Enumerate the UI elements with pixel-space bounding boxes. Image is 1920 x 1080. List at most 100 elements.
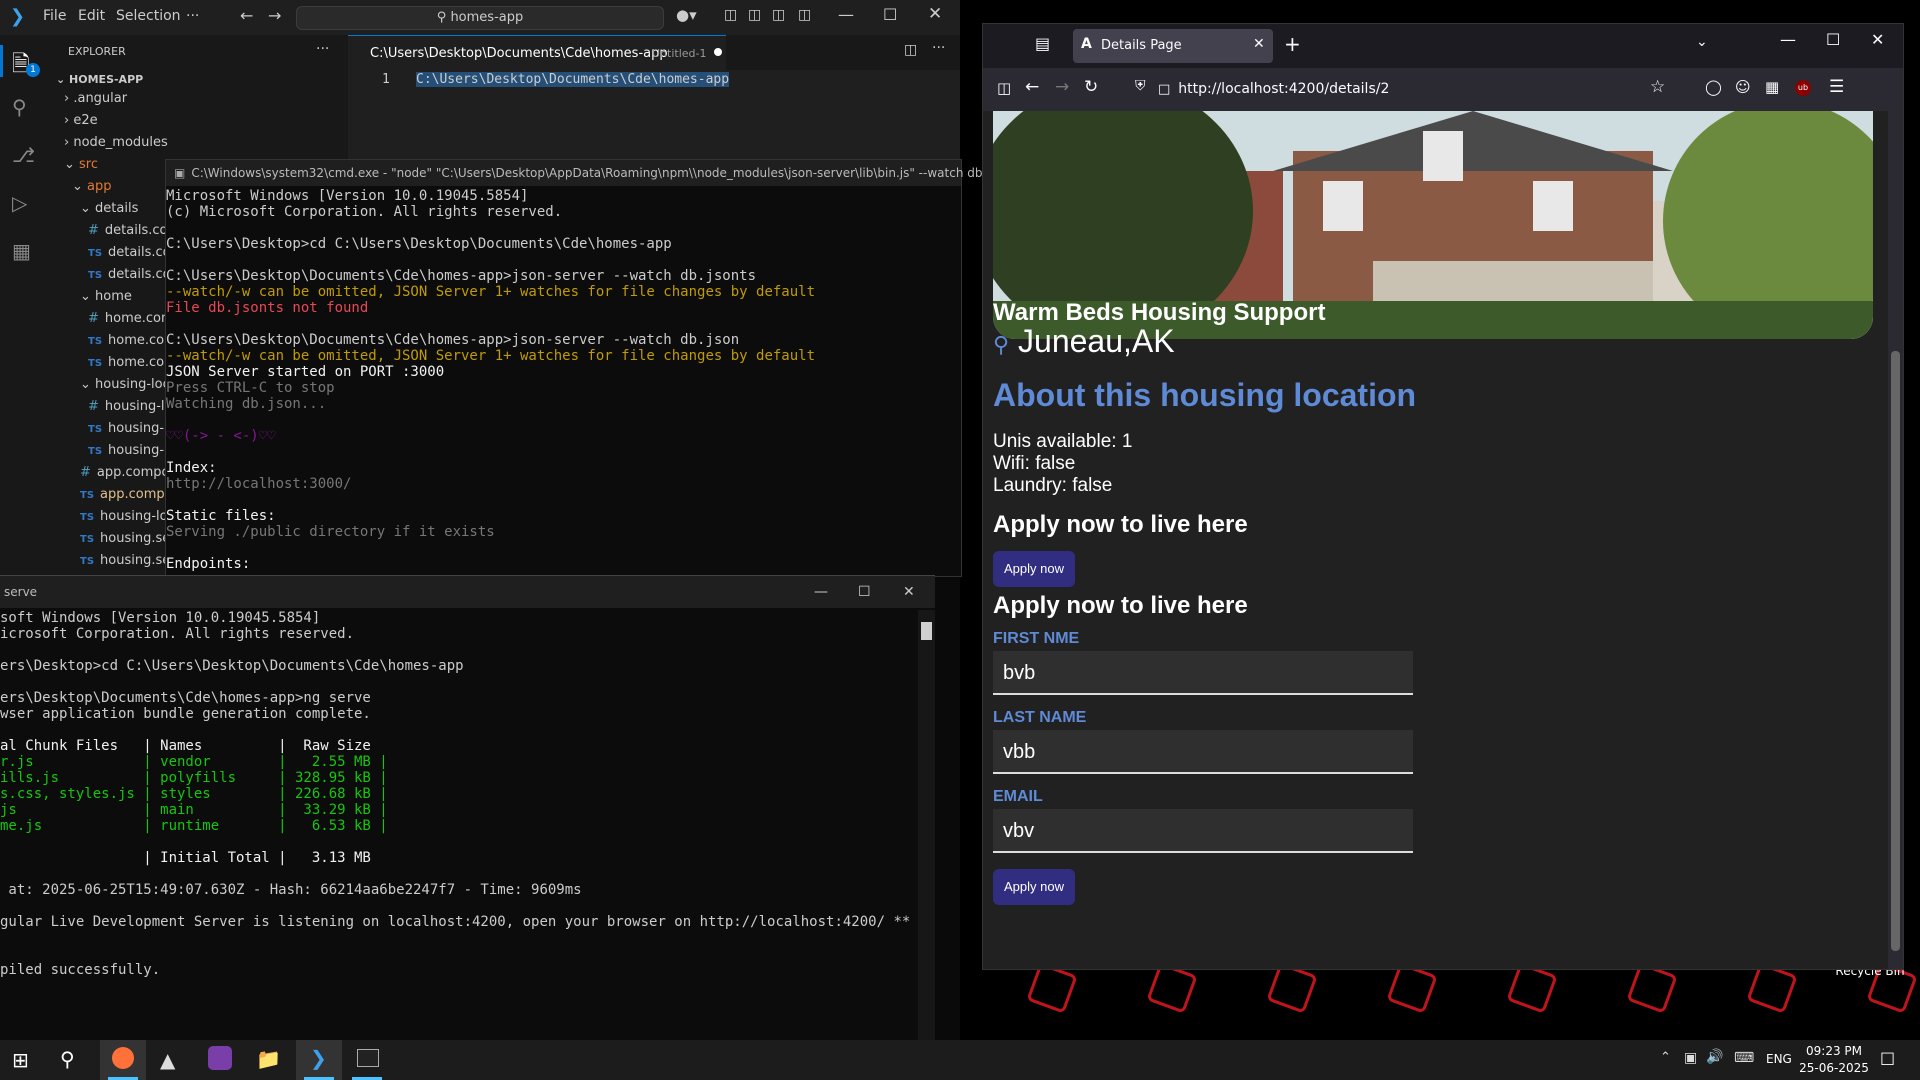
cmd1-titlebar[interactable]: ▣ C:\Windows\system32\cmd.exe - "node" "C…: [166, 160, 1011, 186]
tree-item[interactable]: TS housing-lc: [88, 421, 175, 436]
tab-overview-icon[interactable]: ▤: [1035, 34, 1050, 53]
split-editor-icon[interactable]: ◫: [904, 42, 917, 58]
language-indicator[interactable]: ENG: [1766, 1052, 1792, 1066]
run-debug-icon[interactable]: ▷: [12, 191, 27, 215]
ublock-icon[interactable]: ub: [1795, 80, 1811, 96]
tree-item[interactable]: › e2e: [64, 113, 98, 128]
vscode-taskbar-button[interactable]: ❯: [296, 1040, 342, 1080]
tree-item[interactable]: › .angular: [64, 91, 127, 106]
extensions-icon[interactable]: ▦: [12, 239, 31, 263]
tree-item[interactable]: TS housing.ser: [80, 553, 176, 568]
page-scroll-thumb[interactable]: [1891, 351, 1900, 951]
editor-line-text[interactable]: C:\Users\Desktop\Documents\Cde\homes-app: [416, 72, 730, 87]
new-tab-icon[interactable]: +: [1284, 32, 1301, 56]
secondary-sidebar-icon[interactable]: ◫: [798, 7, 811, 23]
tree-item[interactable]: TS details.cor: [88, 267, 176, 282]
cmd2-scrollbar[interactable]: [918, 610, 935, 1041]
apply-now-button-2[interactable]: Apply now: [993, 869, 1075, 905]
tree-item[interactable]: ⌄ housing-loc: [80, 377, 170, 392]
cmd-window-json-server[interactable]: ▣ C:\Windows\system32\cmd.exe - "node" "C…: [165, 159, 1011, 577]
unsaved-dot-icon[interactable]: [714, 48, 722, 56]
tab-details-page[interactable]: A Details Page ✕: [1073, 29, 1273, 63]
menu-icon[interactable]: ☰: [1829, 77, 1844, 97]
terminal-taskbar-button[interactable]: [344, 1040, 390, 1080]
first-name-input[interactable]: bvb: [993, 651, 1413, 695]
editor-tab[interactable]: C:\Users\Desktop\Documents\Cde\homes-app…: [348, 35, 726, 71]
tab-close-icon[interactable]: ✕: [1253, 36, 1265, 52]
minimize-icon[interactable]: —: [1780, 30, 1796, 49]
back-arrow-icon[interactable]: ←: [1025, 77, 1039, 97]
bookmark-star-icon[interactable]: ☆: [1650, 77, 1665, 97]
maximize-icon[interactable]: ☐: [883, 5, 897, 24]
list-tabs-icon[interactable]: ⌄: [1696, 34, 1708, 50]
url-bar[interactable]: □ http://localhost:4200/details/2: [1158, 74, 1648, 105]
back-arrow-icon[interactable]: ←: [240, 6, 253, 25]
tree-item[interactable]: # housing-lc: [88, 399, 172, 414]
last-name-input[interactable]: vbb: [993, 730, 1413, 774]
account-icon[interactable]: ☺: [1735, 78, 1751, 96]
firefox-taskbar-button[interactable]: [100, 1040, 146, 1080]
start-windows-icon[interactable]: ⊞: [12, 1048, 29, 1072]
tree-item[interactable]: # home.com: [88, 311, 174, 326]
menu-selection[interactable]: Selection: [116, 8, 181, 24]
keyboard-icon[interactable]: ⌨: [1734, 1050, 1754, 1066]
menu-file[interactable]: File: [43, 8, 66, 24]
tree-item[interactable]: # app.compo: [80, 465, 169, 480]
tree-item[interactable]: ⌄ src: [64, 157, 98, 172]
file-explorer-icon[interactable]: 📁: [256, 1047, 281, 1071]
page-scrollbar[interactable]: [1888, 111, 1903, 969]
shield-icon[interactable]: ⛨: [1135, 78, 1146, 94]
tree-item[interactable]: TS home.com: [88, 333, 177, 348]
reload-icon[interactable]: ↻: [1084, 77, 1098, 97]
command-center-search[interactable]: ⚲ homes-app: [296, 6, 664, 30]
tray-chevron-icon[interactable]: ⌃: [1660, 1050, 1671, 1065]
tree-item[interactable]: TS housing-loc: [80, 509, 175, 524]
explorer-more-button[interactable]: ···: [316, 41, 329, 57]
tree-item[interactable]: TS app.compo: [80, 487, 173, 502]
menu-edit[interactable]: Edit: [78, 8, 105, 24]
tree-item[interactable]: ⌄ app: [72, 179, 112, 194]
clock-date[interactable]: 25-06-2025: [1799, 1061, 1869, 1075]
minimize-icon[interactable]: —: [814, 576, 828, 608]
clock-time[interactable]: 09:23 PM: [1804, 1044, 1864, 1058]
maximize-icon[interactable]: ☐: [1826, 30, 1840, 49]
minimize-icon[interactable]: —: [838, 5, 854, 24]
tree-item[interactable]: ⌄ home: [80, 289, 132, 304]
forward-arrow-icon[interactable]: →: [1055, 77, 1069, 97]
tree-item[interactable]: # details.cor: [88, 223, 173, 238]
extensions-icon[interactable]: ▦: [1765, 78, 1779, 96]
app-icon[interactable]: ▲: [160, 1048, 175, 1072]
close-icon[interactable]: ✕: [903, 576, 915, 608]
tree-item[interactable]: TS housing-lc: [88, 443, 175, 458]
notification-icon[interactable]: □: [1880, 1048, 1895, 1067]
cmd2-titlebar[interactable]: serve — ☐ ✕: [0, 576, 935, 608]
cmd2-scroll-thumb[interactable]: [921, 622, 932, 640]
copilot-icon[interactable]: ●▾: [676, 6, 697, 24]
project-root[interactable]: ⌄ HOMES-APP: [56, 73, 143, 86]
sidebar-icon[interactable]: ◫: [997, 79, 1011, 97]
search-icon[interactable]: ⚲: [12, 95, 27, 119]
forward-arrow-icon[interactable]: →: [268, 6, 281, 25]
email-input[interactable]: vbv: [993, 809, 1413, 853]
source-control-icon[interactable]: ⎇: [12, 143, 35, 167]
close-icon[interactable]: ✕: [928, 4, 942, 24]
tree-item[interactable]: TS housing.ser: [80, 531, 176, 546]
volume-icon[interactable]: 🔊: [1706, 1049, 1723, 1065]
search-icon[interactable]: ⚲: [60, 1047, 75, 1071]
tree-item[interactable]: TS home.com: [88, 355, 177, 370]
cmd-window-ng-serve[interactable]: serve — ☐ ✕ soft Windows [Version 10.0.1…: [0, 575, 935, 1041]
pocket-icon[interactable]: ◯: [1705, 78, 1722, 96]
layout-toggle-icon[interactable]: ◫: [724, 7, 737, 23]
tree-item[interactable]: ⌄ details: [80, 201, 138, 216]
menu-more[interactable]: ···: [186, 8, 199, 24]
editor-more-icon[interactable]: ···: [932, 40, 945, 56]
tree-item[interactable]: › node_modules: [64, 135, 168, 150]
apply-now-button-1[interactable]: Apply now: [993, 551, 1075, 587]
panel-toggle-icon[interactable]: ◫: [772, 7, 785, 23]
sidebar-toggle-icon[interactable]: ◫: [748, 7, 761, 23]
close-icon[interactable]: ✕: [1871, 30, 1884, 49]
tree-item[interactable]: TS details.cor: [88, 245, 176, 260]
pdf-app-icon[interactable]: [208, 1046, 232, 1070]
maximize-icon[interactable]: ☐: [858, 576, 871, 608]
network-icon[interactable]: ▣: [1684, 1050, 1697, 1066]
